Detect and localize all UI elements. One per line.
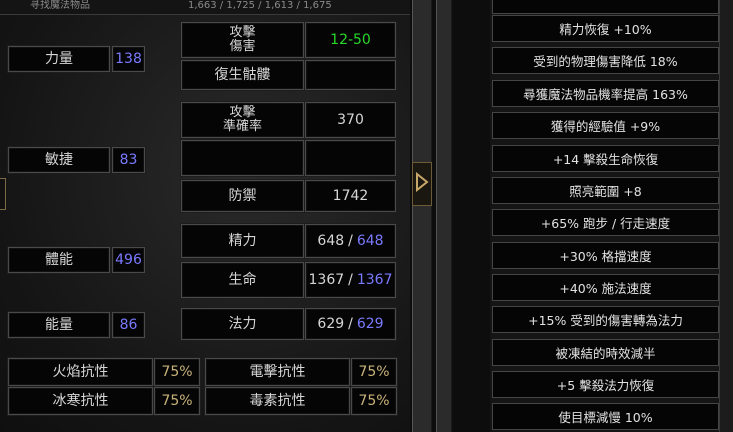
attr-vitality-label: 體能 (8, 247, 110, 273)
attack-rating-value: 370 (305, 102, 396, 138)
property-row: +15% 受到的傷害轉為法力 (492, 306, 719, 333)
lightning-resist-value: 75% (351, 358, 397, 386)
top-strip-right: 1,663 / 1,725 / 1,613 / 1,675 (188, 0, 332, 11)
mana-value: 629/629 (305, 308, 396, 340)
attr-energy-value: 86 (112, 312, 145, 338)
revive-skill-label: 復生骷髏 (181, 60, 304, 90)
property-row: 尋獲魔法物品機率提高 163% (492, 80, 719, 107)
cold-resist-label: 冰寒抗性 (8, 387, 153, 415)
left-edge-tab (0, 178, 6, 210)
life-value: 1367/1367 (305, 262, 396, 298)
empty-stat-label (181, 140, 304, 176)
divider-rail-right (436, 0, 452, 432)
property-row: 照亮範圍 +8 (492, 177, 719, 204)
property-row: 獲得的經驗值 +9% (492, 112, 719, 139)
attr-vitality-value: 496 (112, 247, 145, 273)
attack-rating-label: 攻擊 準確率 (181, 102, 304, 138)
property-row: 使目標減慢 10% (492, 403, 719, 430)
empty-stat-value (305, 140, 396, 176)
stamina-value: 648/648 (305, 224, 396, 258)
poison-resist-label: 毒素抗性 (205, 387, 350, 415)
property-row: +5 擊殺法力恢復 (492, 371, 719, 398)
damage-value: 12-50 (305, 22, 396, 58)
life-label: 生命 (181, 262, 304, 298)
defense-label: 防禦 (181, 180, 304, 212)
expand-panel-button[interactable] (412, 162, 432, 206)
fire-resist-label: 火焰抗性 (8, 358, 153, 386)
top-info-strip: 寻找魔法物品 1,663 / 1,725 / 1,613 / 1,675 (0, 0, 410, 15)
property-row: +40% 施法速度 (492, 274, 719, 301)
cold-resist-value: 75% (154, 387, 200, 415)
arrow-right-icon (415, 171, 429, 196)
defense-value: 1742 (305, 180, 396, 212)
attr-strength-label: 力量 (8, 46, 110, 72)
property-row: +30% 格擋速度 (492, 242, 719, 269)
divider-rail-left (412, 0, 432, 432)
stamina-label: 精力 (181, 224, 304, 258)
attr-dexterity-value: 83 (112, 147, 145, 173)
revive-skill-value (305, 60, 396, 90)
attr-strength-value: 138 (112, 46, 145, 72)
property-row: 被凍結的時效減半 (492, 339, 719, 366)
poison-resist-value: 75% (351, 387, 397, 415)
top-strip-left: 寻找魔法物品 (30, 0, 90, 11)
property-row: +14 擊殺生命恢復 (492, 145, 719, 172)
attr-dexterity-label: 敏捷 (8, 147, 110, 173)
attr-energy-label: 能量 (8, 312, 110, 338)
right-scroll-edge[interactable] (719, 0, 733, 432)
property-row: 精力恢復 +10% (492, 15, 719, 42)
fire-resist-value: 75% (154, 358, 200, 386)
property-row: 受到的物理傷害降低 18% (492, 47, 719, 74)
property-row-top (492, 0, 719, 14)
lightning-resist-label: 電擊抗性 (205, 358, 350, 386)
damage-label: 攻擊 傷害 (181, 22, 304, 58)
mana-label: 法力 (181, 308, 304, 340)
property-row: +65% 跑步 / 行走速度 (492, 209, 719, 236)
